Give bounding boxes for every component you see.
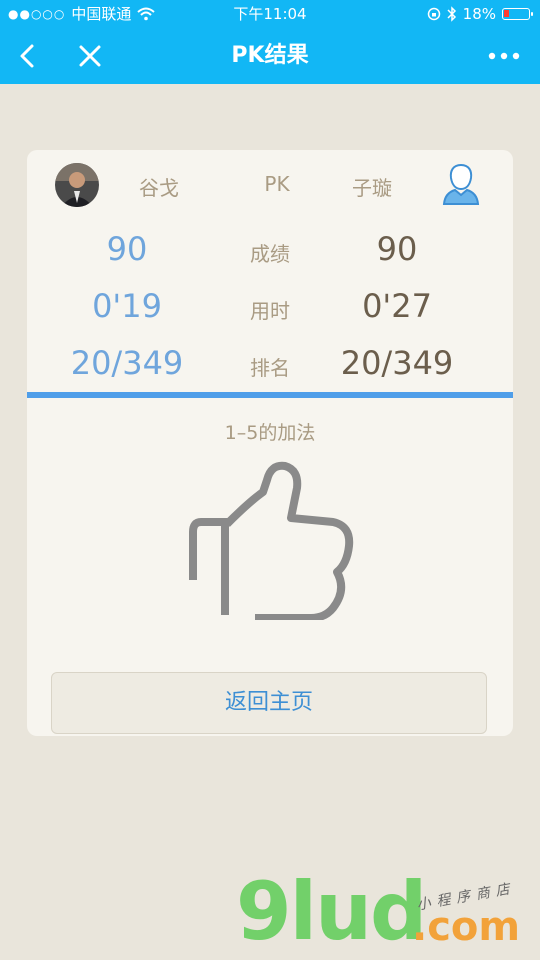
status-bar: ●●○○○ 中国联通 下午11:04 18% [0, 0, 540, 28]
player2-rank: 20/349 [340, 344, 454, 382]
player1-time: 0'19 [92, 287, 162, 325]
player1-avatar [55, 163, 99, 207]
time-row: 0'19 用时 0'27 [27, 287, 513, 337]
user-avatar-icon [442, 163, 480, 205]
top-bar: ●●○○○ 中国联通 下午11:04 18% PK结果 [0, 0, 540, 84]
player2-name: 子璇 [352, 176, 392, 200]
rank-label: 排名 [250, 356, 290, 380]
watermark-logo: 9lud 小程序商店 .com [236, 872, 536, 960]
more-dots-icon[interactable] [486, 38, 522, 74]
quiz-subject: 1–5的加法 [224, 422, 316, 444]
vs-label: PK [264, 172, 290, 196]
player2-time: 0'27 [362, 287, 432, 325]
pk-result-card: 谷戈 PK 子璇 90 成绩 90 0'19 用时 0'27 20/349 排名… [27, 150, 513, 736]
player2-score: 90 [376, 230, 418, 268]
player1-rank: 20/349 [70, 344, 184, 382]
watermark-domain: .com [412, 904, 521, 950]
rotation-lock-icon [427, 7, 440, 21]
player1-score: 90 [106, 230, 148, 268]
score-label: 成绩 [250, 242, 290, 266]
time-label: 用时 [250, 299, 290, 323]
thumbs-up-icon [189, 461, 354, 620]
player1-name: 谷戈 [139, 176, 179, 200]
score-row: 90 成绩 90 [27, 230, 513, 280]
watermark-main: 9lud [236, 865, 427, 958]
nav-bar: PK结果 [0, 28, 540, 84]
battery-percent: 18% [462, 5, 496, 23]
return-home-button[interactable]: 返回主页 [51, 672, 487, 734]
section-divider [27, 392, 513, 398]
page-title: PK结果 [231, 43, 309, 68]
battery-icon [502, 8, 533, 20]
rank-row: 20/349 排名 20/349 [27, 344, 513, 394]
bluetooth-icon [447, 6, 456, 22]
